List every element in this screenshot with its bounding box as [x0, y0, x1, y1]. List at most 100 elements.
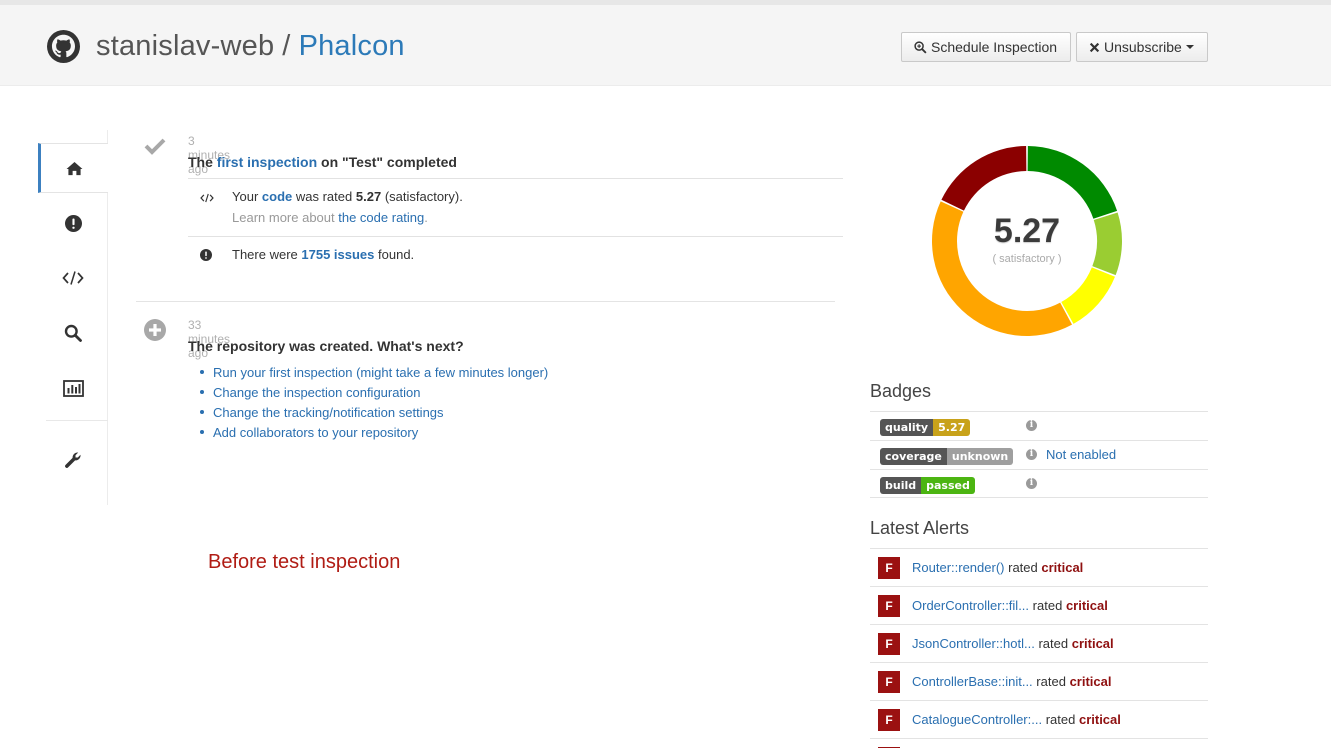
build-badge[interactable]: build passed: [880, 477, 975, 494]
rated-word: rated: [1032, 598, 1063, 613]
grade-badge: F: [878, 595, 900, 617]
info-icon[interactable]: i: [1026, 420, 1037, 431]
tracking-settings-link[interactable]: Change the tracking/notification setting…: [213, 405, 444, 420]
repo-title: stanislav-web / Phalcon: [96, 30, 405, 63]
severity-label: critical: [1065, 598, 1108, 613]
list-item: Change the tracking/notification setting…: [200, 402, 548, 422]
code-link[interactable]: code: [262, 189, 292, 204]
checkmark-icon: [144, 138, 166, 155]
rating-prefix: Your: [232, 189, 259, 204]
alert-link[interactable]: ControllerBase::init...: [912, 674, 1033, 689]
alert-link[interactable]: CatalogueController:...: [912, 712, 1042, 727]
exclamation-icon: [64, 214, 82, 232]
bar-chart-icon: [62, 379, 84, 397]
event-title-suffix: on "Test" completed: [321, 154, 457, 170]
rated-word: rated: [1036, 674, 1066, 689]
alert-text: CatalogueController:... rated critical: [912, 712, 1121, 727]
alert-item: F ControllerBase::init... rated critical: [870, 662, 1208, 700]
sidebar-item-search[interactable]: [38, 308, 108, 358]
event-title: The repository was created. What's next?: [188, 338, 464, 354]
alert-text: JsonController::hotl... rated critical: [912, 636, 1114, 651]
alert-item-partial: [870, 738, 1208, 748]
info-icon[interactable]: i: [1026, 449, 1037, 460]
collaborators-link[interactable]: Add collaborators to your repository: [213, 425, 418, 440]
alert-item: F Router::render() rated critical: [870, 548, 1208, 586]
alert-text: OrderController::fil... rated critical: [912, 598, 1108, 613]
sidebar-item-issues[interactable]: [38, 198, 108, 248]
alert-link[interactable]: Router::render(): [912, 560, 1004, 575]
issues-prefix: There were: [232, 247, 298, 262]
severity-label: critical: [1041, 560, 1084, 575]
score-label: ( satisfactory ): [992, 253, 1062, 265]
badge-row-quality: quality 5.27 i: [870, 411, 1208, 440]
badge-row-build: build passed i: [870, 469, 1208, 498]
donut-segment-f: [941, 146, 1027, 211]
info-icon[interactable]: i: [1026, 478, 1037, 489]
wrench-icon: [65, 452, 81, 468]
code-icon: [200, 193, 214, 203]
rated-word: rated: [1038, 636, 1069, 651]
home-icon: [66, 161, 83, 175]
list-item: Change the inspection configuration: [200, 382, 548, 402]
code-rating-link[interactable]: the code rating: [338, 210, 424, 225]
badges-title: Badges: [870, 381, 932, 401]
sidebar-item-home[interactable]: [38, 143, 108, 193]
next-steps-list: Run your first inspection (might take a …: [200, 362, 548, 442]
plus-circle-icon: [144, 319, 166, 341]
learn-more-suffix: .: [424, 210, 428, 225]
code-icon: [62, 271, 84, 285]
issues-row: There were 1755 issues found.: [188, 236, 843, 274]
unsubscribe-dropdown-button[interactable]: Unsubscribe: [1076, 32, 1208, 62]
grade-badge: F: [878, 709, 900, 731]
alert-item: F OrderController::fil... rated critical: [870, 586, 1208, 624]
learn-more-text: Learn more about the code rating.: [232, 210, 428, 225]
grade-badge: F: [878, 633, 900, 655]
close-icon: [1089, 42, 1100, 52]
sidebar-item-code[interactable]: [38, 253, 108, 303]
alert-link[interactable]: JsonController::hotl...: [912, 636, 1035, 651]
schedule-inspection-button[interactable]: Schedule Inspection: [901, 32, 1071, 62]
run-inspection-link[interactable]: Run your first inspection (might take a …: [213, 365, 548, 380]
event-divider: [136, 301, 835, 302]
list-item: Run your first inspection (might take a …: [200, 362, 548, 382]
badge-left-label: build: [880, 477, 922, 494]
first-inspection-link[interactable]: first inspection: [217, 154, 317, 170]
not-enabled-link[interactable]: Not enabled: [1046, 447, 1116, 462]
rated-word: rated: [1045, 712, 1076, 727]
severity-label: critical: [1069, 674, 1112, 689]
alert-link[interactable]: OrderController::fil...: [912, 598, 1029, 613]
top-header: stanislav-web / Phalcon Schedule Inspectio…: [0, 0, 1331, 86]
github-icon: [47, 30, 80, 63]
rated-word: rated: [1008, 560, 1038, 575]
search-icon: [64, 324, 82, 342]
issues-link[interactable]: 1755 issues: [301, 247, 374, 262]
sidebar-divider: [46, 420, 108, 421]
grade-badge: [878, 747, 900, 748]
score-value: 5.27: [993, 212, 1061, 250]
alert-text: ControllerBase::init... rated critical: [912, 674, 1111, 689]
grade-badge: F: [878, 557, 900, 579]
issues-text: There were 1755 issues found.: [232, 247, 414, 262]
rating-suffix: (satisfactory).: [384, 189, 463, 204]
caret-down-icon: [1185, 45, 1194, 49]
grade-badge: F: [878, 671, 900, 693]
alert-item: F JsonController::hotl... rated critical: [870, 624, 1208, 662]
inspection-config-link[interactable]: Change the inspection configuration: [213, 385, 420, 400]
rating-middle: was rated: [295, 189, 353, 204]
quality-badge[interactable]: quality 5.27: [880, 419, 971, 436]
coverage-badge[interactable]: coverage unknown: [880, 448, 1014, 465]
issues-suffix: found.: [378, 247, 415, 262]
badge-right-label: 5.27: [933, 419, 971, 436]
donut-segment-c: [1061, 267, 1116, 324]
sidebar-item-settings[interactable]: [38, 435, 108, 485]
severity-label: critical: [1071, 636, 1114, 651]
schedule-inspection-label: Schedule Inspection: [931, 39, 1058, 55]
badge-left-label: quality: [880, 419, 934, 436]
event-title-prefix: The: [188, 154, 213, 170]
badge-row-coverage: coverage unknown i Not enabled: [870, 440, 1208, 469]
repo-name-link[interactable]: Phalcon: [299, 30, 405, 62]
sidebar-item-statistics[interactable]: [38, 363, 108, 413]
rating-text: Your code was rated 5.27 (satisfactory).: [232, 189, 463, 204]
learn-more-prefix: Learn more about: [232, 210, 335, 225]
alerts-list: F Router::render() rated critical F Orde…: [870, 548, 1208, 748]
